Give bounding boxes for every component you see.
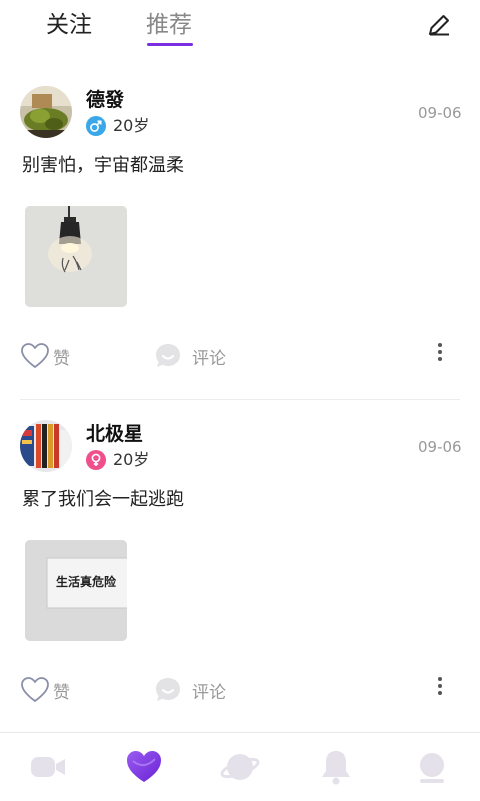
like-button[interactable]: 赞 bbox=[20, 674, 100, 706]
nav-recommend[interactable] bbox=[124, 747, 164, 787]
male-icon bbox=[86, 116, 106, 136]
age-label: 20岁 bbox=[113, 116, 150, 135]
comment-label: 评论 bbox=[192, 349, 226, 369]
tab-recommend[interactable]: 推荐 bbox=[146, 10, 192, 40]
bottom-navigation bbox=[0, 732, 480, 801]
video-icon bbox=[31, 757, 65, 777]
active-tab-indicator bbox=[147, 43, 193, 46]
heart-outline-icon bbox=[21, 343, 49, 368]
sign-text: 生活真危险 bbox=[56, 575, 117, 589]
planet-icon bbox=[220, 754, 260, 780]
nav-planet[interactable] bbox=[220, 747, 260, 787]
comment-label: 评论 bbox=[192, 683, 226, 703]
tab-follow[interactable]: 关注 bbox=[46, 10, 92, 40]
post-text: 累了我们会一起逃跑 bbox=[22, 489, 184, 510]
avatar[interactable] bbox=[20, 420, 72, 472]
like-label: 赞 bbox=[53, 683, 70, 703]
divider bbox=[20, 399, 460, 400]
comment-button[interactable]: 评论 bbox=[154, 340, 244, 372]
female-icon bbox=[86, 450, 106, 470]
edit-post-button[interactable] bbox=[424, 10, 454, 40]
comment-button[interactable]: 评论 bbox=[154, 674, 244, 706]
avatar[interactable] bbox=[20, 86, 72, 138]
more-options-button[interactable] bbox=[432, 672, 448, 704]
heart-icon bbox=[127, 751, 161, 782]
post-photo[interactable] bbox=[25, 206, 127, 307]
top-tab-bar: 关注 推荐 bbox=[0, 0, 480, 56]
profile-icon bbox=[420, 753, 444, 783]
nav-notifications[interactable] bbox=[316, 747, 356, 787]
post-photo[interactable]: 生活真危险 bbox=[25, 540, 127, 641]
heart-outline-icon bbox=[21, 677, 49, 702]
nav-video[interactable] bbox=[28, 747, 68, 787]
username[interactable]: 北极星 bbox=[86, 422, 143, 446]
more-vertical-icon bbox=[438, 677, 442, 695]
more-vertical-icon bbox=[438, 343, 442, 361]
like-button[interactable]: 赞 bbox=[20, 340, 100, 372]
post-date: 09-06 bbox=[418, 104, 462, 122]
more-options-button[interactable] bbox=[432, 338, 448, 370]
post-text: 别害怕，宇宙都温柔 bbox=[22, 155, 184, 176]
username[interactable]: 德發 bbox=[86, 88, 124, 112]
bell-icon bbox=[322, 751, 350, 785]
pencil-icon bbox=[429, 15, 449, 36]
comment-bubble-icon bbox=[156, 678, 180, 701]
post-date: 09-06 bbox=[418, 438, 462, 456]
comment-bubble-icon bbox=[156, 344, 180, 367]
nav-profile[interactable] bbox=[412, 747, 452, 787]
like-label: 赞 bbox=[53, 349, 70, 369]
age-label: 20岁 bbox=[113, 450, 150, 469]
